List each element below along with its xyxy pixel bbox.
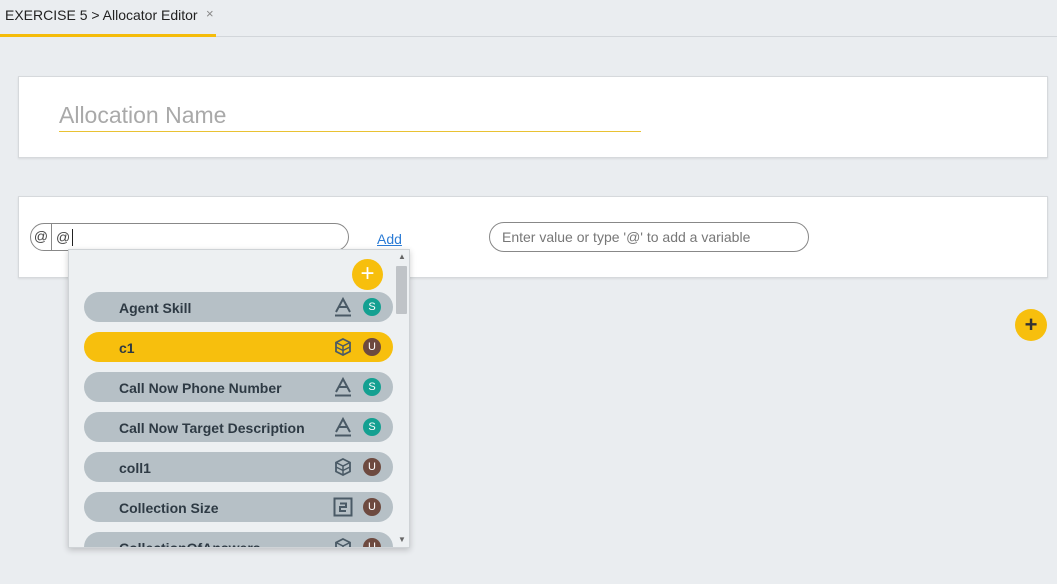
tab-bar: EXERCISE 5 > Allocator Editor × — [0, 0, 1057, 37]
allocation-name-input[interactable] — [59, 99, 641, 132]
scroll-down-arrow-icon[interactable]: ▼ — [397, 535, 407, 544]
scope-badge: U — [363, 458, 381, 476]
text-caret — [72, 229, 73, 246]
text-type-icon — [333, 376, 353, 397]
variable-at-icon: @ — [31, 224, 52, 250]
variable-list-item[interactable]: Call Now Phone Number S — [84, 372, 393, 402]
variable-item-label: Agent Skill — [119, 300, 192, 316]
variable-list-item[interactable]: Call Now Target Description S — [84, 412, 393, 442]
variable-list-item[interactable]: Collection Size U — [84, 492, 393, 522]
variable-item-label: Call Now Phone Number — [119, 380, 282, 396]
scroll-up-arrow-icon[interactable]: ▲ — [397, 252, 407, 261]
variable-input[interactable]: @ @ — [30, 223, 349, 251]
variable-input-text: @ — [56, 229, 71, 245]
close-icon[interactable]: × — [206, 6, 214, 21]
variable-item-label: Collection Size — [119, 500, 219, 516]
variable-list-item[interactable]: c1 U — [84, 332, 393, 362]
dropdown-scrollbar[interactable]: ▲ ▼ — [395, 252, 408, 547]
tab-label: EXERCISE 5 > Allocator Editor — [5, 7, 198, 23]
variable-list-item[interactable]: coll1 U — [84, 452, 393, 482]
variable-item-label: Call Now Target Description — [119, 420, 305, 436]
variable-item-label: c1 — [119, 340, 135, 356]
scope-badge: S — [363, 418, 381, 436]
scope-badge: U — [363, 498, 381, 516]
add-variable-button[interactable]: + — [352, 259, 383, 290]
scope-badge: U — [363, 338, 381, 356]
scope-badge: S — [363, 378, 381, 396]
number-type-icon — [333, 497, 353, 517]
variable-list-item[interactable]: CollectionOfAnswers U — [84, 532, 393, 548]
scope-badge: S — [363, 298, 381, 316]
collection-type-icon — [333, 457, 353, 477]
variable-item-label: coll1 — [119, 460, 151, 476]
scroll-thumb[interactable] — [396, 266, 407, 314]
collection-type-icon — [333, 537, 353, 547]
add-link[interactable]: Add — [377, 231, 402, 247]
value-input[interactable] — [489, 222, 809, 252]
scope-badge: U — [363, 538, 381, 547]
variable-list-item[interactable]: Agent Skill S — [84, 292, 393, 322]
collection-type-icon — [333, 337, 353, 357]
add-rule-button[interactable]: + — [1015, 309, 1047, 341]
variable-dropdown: + ▲ ▼ Agent Skill Sc1 U Call Now Phone Numb… — [68, 249, 410, 548]
text-type-icon — [333, 296, 353, 317]
text-type-icon — [333, 416, 353, 437]
tab-allocator-editor[interactable]: EXERCISE 5 > Allocator Editor × — [0, 0, 216, 37]
variable-item-label: CollectionOfAnswers — [119, 540, 261, 548]
variable-list: Agent Skill Sc1 U Call Now Phone Number S Cal… — [84, 292, 393, 548]
allocation-name-card — [18, 76, 1048, 158]
